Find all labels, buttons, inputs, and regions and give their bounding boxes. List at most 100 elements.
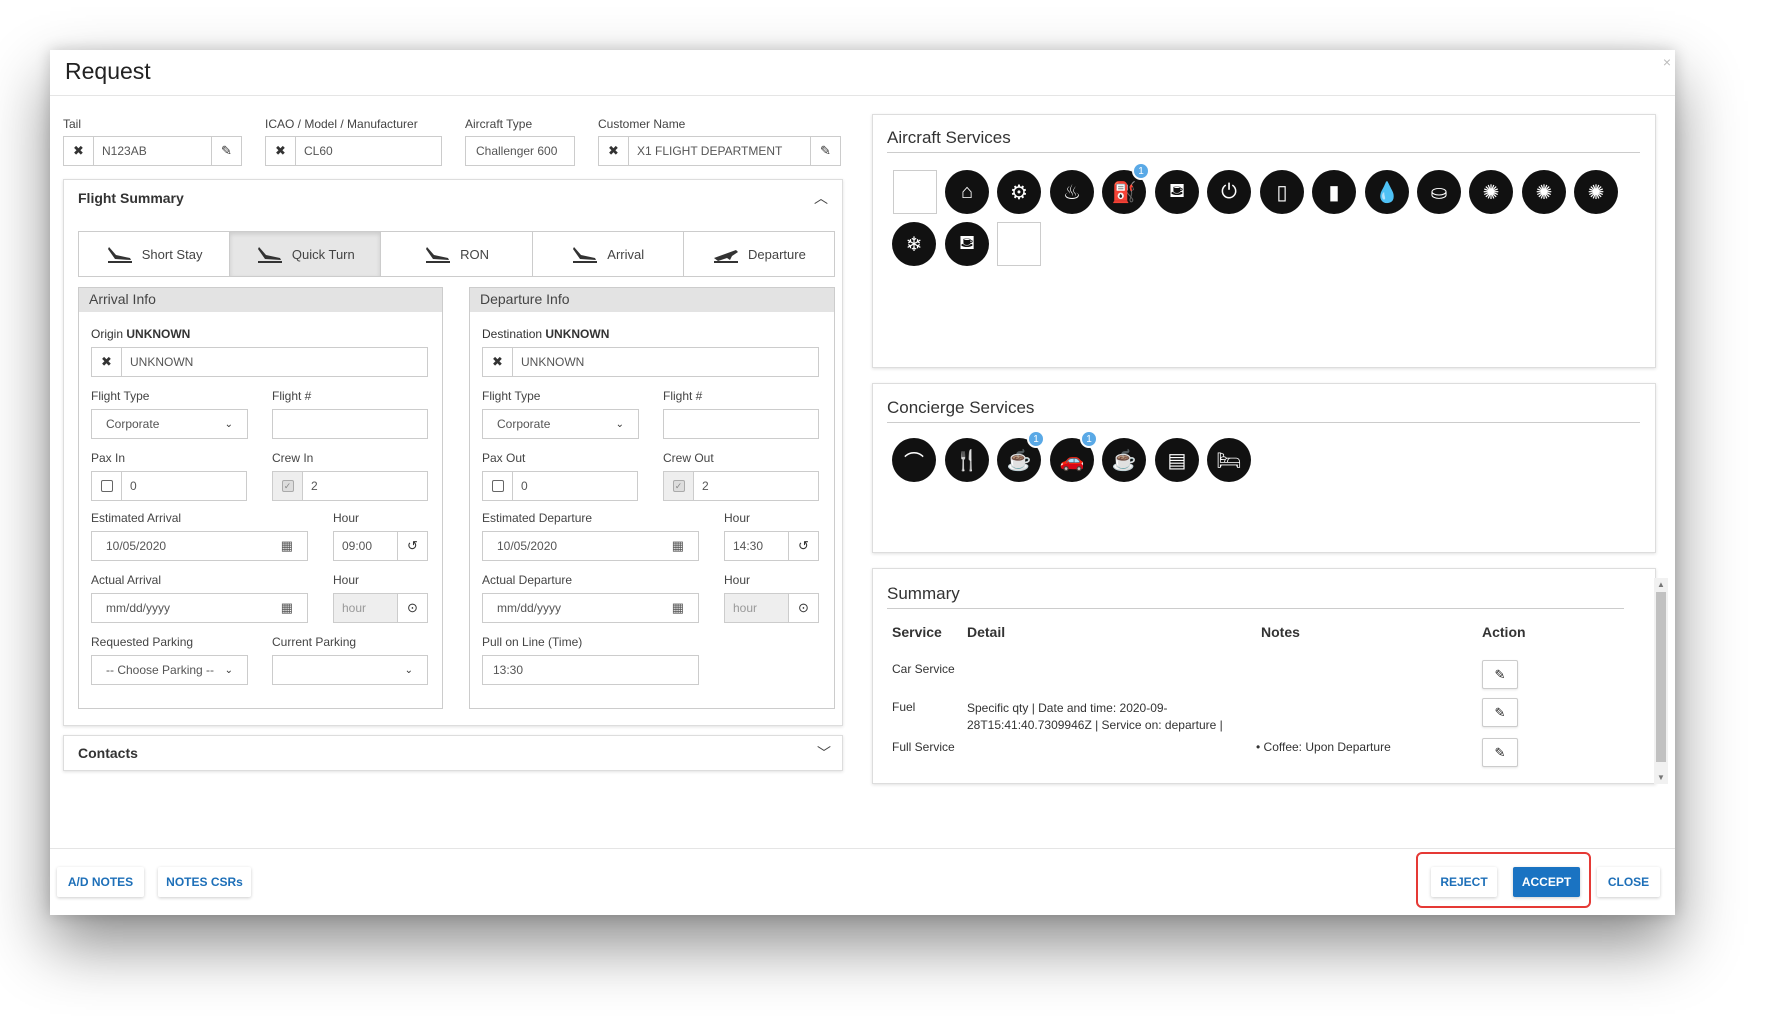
pencil-icon[interactable]: ✎ <box>211 137 241 165</box>
coffee-cup-icon[interactable]: ☕ <box>1102 438 1146 482</box>
close-icon[interactable]: × <box>1663 54 1671 70</box>
origin-input[interactable]: UNKNOWN <box>122 348 427 376</box>
est-departure-date-input[interactable]: 10/05/2020 ▦ <box>482 531 699 561</box>
checkbox[interactable] <box>483 472 513 500</box>
tab-arrival[interactable]: Arrival <box>533 232 684 276</box>
tab-short-stay[interactable]: Short Stay <box>79 232 231 276</box>
hour-label: Hour <box>724 573 751 587</box>
detail-cell: Specific qty | Date and time: 2020-09-28… <box>967 701 1223 732</box>
current-parking-select[interactable]: ⌄ <box>272 655 428 685</box>
ice-cubes-icon[interactable]: ❄ <box>892 222 936 266</box>
spray-icon[interactable]: ✺ <box>1469 170 1513 214</box>
notes-csrs-button[interactable]: NOTES CSRs <box>158 867 251 897</box>
deicing-icon[interactable]: ⛀ <box>1417 170 1461 214</box>
bed-icon[interactable]: 🛏 <box>1207 438 1251 482</box>
fuel-pump-icon[interactable]: ⛽ 1 <box>1102 162 1150 214</box>
reset-icon[interactable]: ↺ <box>788 532 818 560</box>
catering-icon[interactable]: ☕ 1 <box>997 430 1045 482</box>
hour-value[interactable]: 14:30 <box>725 532 788 560</box>
pax-out-value[interactable]: 0 <box>513 472 637 500</box>
customer-value[interactable]: X1 FLIGHT DEPARTMENT <box>629 137 810 165</box>
ad-notes-button[interactable]: A/D NOTES <box>57 867 144 897</box>
clear-icon[interactable]: ✖ <box>92 348 122 376</box>
broken-image-icon[interactable] <box>997 222 1041 266</box>
edit-button[interactable]: ✎ <box>1482 698 1518 727</box>
power-icon[interactable]: ⏻ <box>1207 170 1251 214</box>
tail-value[interactable]: N123AB <box>94 137 211 165</box>
crew-out-label: Crew Out <box>663 451 714 465</box>
hour-placeholder[interactable]: hour <box>334 594 397 622</box>
crew-out-value[interactable]: 2 <box>694 472 818 500</box>
tab-ron[interactable]: RON <box>381 232 533 276</box>
checkbox[interactable] <box>92 472 122 500</box>
checkbox-checked[interactable]: ✓ <box>664 472 694 500</box>
hanger-coat-icon[interactable]: ⌒ <box>892 438 936 482</box>
hangar-icon[interactable]: ⌂ <box>945 170 989 214</box>
hour-label: Hour <box>333 511 360 525</box>
scroll-down-icon[interactable]: ▼ <box>1657 773 1665 782</box>
utensils-icon[interactable]: 🍴 <box>945 438 989 482</box>
icao-value[interactable]: CL60 <box>296 137 441 165</box>
current-parking-label: Current Parking <box>272 635 357 649</box>
clear-icon[interactable]: ✖ <box>266 137 296 165</box>
scroll-up-icon[interactable]: ▲ <box>1657 580 1665 589</box>
edit-button[interactable]: ✎ <box>1482 660 1518 689</box>
pax-in-value[interactable]: 0 <box>122 472 246 500</box>
tab-departure[interactable]: Departure <box>684 232 834 276</box>
hour-value[interactable]: 09:00 <box>334 532 397 560</box>
checkbox-checked[interactable]: ✓ <box>273 472 303 500</box>
act-arrival-date-input[interactable]: mm/dd/yyyy ▦ <box>91 593 308 623</box>
act-departure-date-input[interactable]: mm/dd/yyyy ▦ <box>482 593 699 623</box>
clock-check-icon[interactable]: ⊙ <box>397 594 427 622</box>
edit-button[interactable]: ✎ <box>1482 738 1518 767</box>
arrival-flight-number-input[interactable] <box>272 409 428 439</box>
scroll-thumb[interactable] <box>1656 592 1666 762</box>
service-cell: Fuel <box>892 700 916 714</box>
chevron-up-icon[interactable]: ︿ <box>814 188 828 208</box>
departure-flight-number-input[interactable] <box>663 409 819 439</box>
close-button[interactable]: CLOSE <box>1597 867 1660 897</box>
calendar-icon[interactable]: ▦ <box>281 538 293 554</box>
tail-field: ✖ N123AB ✎ <box>63 136 242 166</box>
calendar-icon[interactable]: ▦ <box>281 600 293 616</box>
water-drop-icon[interactable]: 💧 <box>1365 170 1409 214</box>
summary-scrollbar[interactable]: ▲ ▼ <box>1654 578 1668 784</box>
accept-button[interactable]: ACCEPT <box>1513 867 1580 897</box>
requested-parking-select[interactable]: -- Choose Parking -- ⌄ <box>91 655 248 685</box>
spray-icon[interactable]: ✺ <box>1574 170 1618 214</box>
reject-button[interactable]: REJECT <box>1431 867 1497 897</box>
hour-label: Hour <box>724 511 751 525</box>
counter-icon[interactable]: ▤ <box>1155 438 1199 482</box>
crew-in-value[interactable]: 2 <box>303 472 427 500</box>
pencil-icon[interactable]: ✎ <box>810 137 840 165</box>
calendar-icon[interactable]: ▦ <box>672 600 684 616</box>
tab-quick-turn[interactable]: Quick Turn <box>230 232 382 276</box>
spray-icon[interactable]: ✺ <box>1522 170 1566 214</box>
est-arrival-date-input[interactable]: 10/05/2020 ▦ <box>91 531 308 561</box>
clock-check-icon[interactable]: ⊙ <box>788 594 818 622</box>
lavatory-icon[interactable]: ♨ <box>1050 170 1094 214</box>
arrival-flight-type-select[interactable]: Corporate ⌄ <box>91 409 248 439</box>
clear-icon[interactable]: ✖ <box>483 348 513 376</box>
crew-out-field: ✓ 2 <box>663 471 819 501</box>
aircraft-type-value[interactable]: Challenger 600 <box>465 136 575 166</box>
pull-on-line-label: Pull on Line (Time) <box>482 635 583 649</box>
clear-icon[interactable]: ✖ <box>599 137 629 165</box>
car-icon[interactable]: 🚗 1 <box>1050 430 1098 482</box>
chevron-down-icon[interactable]: ﹀ <box>817 743 831 763</box>
oil-can-icon[interactable]: ⛾ <box>1155 170 1199 214</box>
destination-input[interactable]: UNKNOWN <box>513 348 818 376</box>
nitrogen-bottle-icon[interactable]: ▮ <box>1312 170 1356 214</box>
clear-icon[interactable]: ✖ <box>64 137 94 165</box>
broken-image-icon[interactable] <box>893 170 937 214</box>
hour-placeholder[interactable]: hour <box>725 594 788 622</box>
departure-flight-type-select[interactable]: Corporate ⌄ <box>482 409 639 439</box>
calendar-icon[interactable]: ▦ <box>672 538 684 554</box>
pull-on-line-input[interactable]: 13:30 <box>482 655 699 685</box>
contacts-panel[interactable] <box>63 735 843 771</box>
gpu-cart-icon[interactable]: ⚙ <box>997 170 1041 214</box>
oil-can-icon[interactable]: ⛾ <box>945 222 989 266</box>
landing-plane-icon <box>426 247 451 263</box>
reset-icon[interactable]: ↺ <box>397 532 427 560</box>
oxygen-bottle-icon[interactable]: ▯ <box>1260 170 1304 214</box>
